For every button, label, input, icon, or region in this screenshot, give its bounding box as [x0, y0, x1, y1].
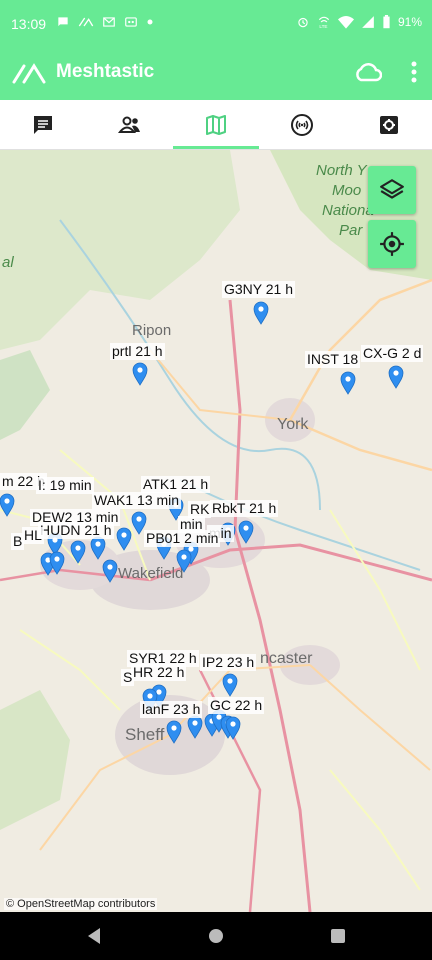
node-label-hl[interactable]: HL: [22, 527, 44, 544]
chat-bubble-icon: [58, 17, 68, 27]
cloud-icon[interactable]: [354, 60, 382, 84]
node-pin-icon[interactable]: [49, 551, 65, 575]
place-dale: al: [2, 254, 14, 271]
layers-icon: [380, 179, 404, 199]
status-bar: 13:09 LTE 91%: [0, 0, 432, 48]
node-label-pb01[interactable]: PB01 2 min: [144, 530, 221, 547]
node-label-ip2[interactable]: IP2 23 h: [200, 654, 257, 671]
more-options-icon[interactable]: [410, 60, 418, 84]
place-national: Nationa: [322, 202, 374, 219]
tab-channel[interactable]: [259, 100, 345, 149]
node-label-gc[interactable]: GC 22 h: [208, 697, 265, 714]
app-title: Meshtastic: [56, 61, 155, 82]
wifi-icon: [337, 16, 354, 29]
place-wakefield: Wakefield: [118, 565, 184, 582]
node-pin-icon[interactable]: [116, 527, 132, 551]
node-label-inst[interactable]: INST 18: [305, 351, 361, 368]
system-nav-bar: [0, 912, 432, 960]
status-time: 13:09: [11, 16, 47, 32]
my-location-button[interactable]: [368, 220, 416, 268]
tab-nodes[interactable]: [86, 100, 172, 149]
node-pin-icon[interactable]: [70, 540, 86, 564]
place-doncaster: ncaster: [260, 650, 313, 667]
place-ripon: Ripon: [132, 322, 172, 339]
node-pin-icon[interactable]: [176, 549, 192, 573]
node-label-lanf[interactable]: lanF 23 h: [140, 701, 203, 718]
app-bar: Meshtastic: [0, 48, 432, 100]
home-icon[interactable]: [204, 924, 228, 948]
dot-icon: [147, 19, 153, 25]
node-label-wak1[interactable]: WAK1 13 min: [92, 492, 182, 509]
place-north-york: North Y: [316, 162, 367, 179]
place-sheffield: Sheff: [125, 725, 165, 744]
place-park: Par: [339, 222, 363, 239]
node-label-cxg[interactable]: CX-G 2 d: [361, 345, 424, 362]
node-label-min19[interactable]: I: 19 min: [36, 477, 94, 494]
map-view[interactable]: Ripon York Wakefield Sheff ncaster North…: [0, 150, 432, 912]
meshtastic-icon: [78, 17, 94, 27]
back-icon[interactable]: [82, 924, 106, 948]
tab-settings[interactable]: [346, 100, 432, 149]
system-icons: LTE 91%: [296, 15, 422, 29]
node-label-prtl[interactable]: prtl 21 h: [110, 343, 165, 360]
tab-map[interactable]: [172, 100, 260, 149]
recents-icon[interactable]: [326, 924, 350, 948]
node-pin-icon[interactable]: [340, 371, 356, 395]
node-label-s[interactable]: S: [121, 669, 135, 686]
node-label-atk1[interactable]: ATK1 21 h: [141, 476, 211, 493]
signal-icon: [362, 16, 374, 28]
battery-icon: [383, 15, 390, 29]
my-location-icon: [380, 232, 404, 256]
node-pin-icon[interactable]: [238, 520, 254, 544]
people-icon: [117, 116, 140, 133]
settings-icon: [379, 115, 398, 134]
node-pin-icon[interactable]: [90, 536, 106, 560]
alarm-icon: [298, 17, 308, 28]
place-york: York: [277, 416, 309, 433]
node-label-rbkt[interactable]: RbkT 21 h: [210, 500, 279, 517]
node-label-g3ny[interactable]: G3NY 21 h: [222, 281, 296, 298]
node-label-hr[interactable]: HR 22 h: [131, 664, 187, 681]
node-label-bh[interactable]: B: [11, 533, 25, 550]
radio-icon: [291, 113, 314, 136]
node-pin-icon[interactable]: [222, 673, 238, 697]
notification-icons: [56, 15, 154, 29]
node-pin-icon[interactable]: [225, 716, 241, 740]
node-pin-icon[interactable]: [102, 559, 118, 583]
layers-button[interactable]: [368, 166, 416, 214]
node-pin-icon[interactable]: [132, 362, 148, 386]
tab-messages[interactable]: [0, 100, 86, 149]
node-pin-icon[interactable]: [388, 365, 404, 389]
node-pin-icon[interactable]: [166, 720, 182, 744]
map-attribution[interactable]: © OpenStreetMap contributors: [4, 898, 158, 910]
wifi-calling-icon: LTE: [318, 16, 330, 29]
meshtastic-logo-icon: [12, 63, 46, 84]
node-label-hudn[interactable]: HUDN 21 h: [38, 522, 114, 539]
svg-text:LTE: LTE: [319, 24, 327, 29]
battery-percent: 91%: [397, 15, 422, 29]
map-icon: [206, 114, 227, 135]
voicemail-icon: [125, 17, 137, 27]
node-pin-icon[interactable]: [253, 301, 269, 325]
tab-bar: [0, 100, 432, 150]
node-pin-icon[interactable]: [187, 715, 203, 739]
chat-icon: [34, 115, 53, 134]
gmail-icon: [103, 17, 115, 27]
node-pin-icon[interactable]: [0, 493, 15, 517]
place-moors: Moo: [332, 182, 362, 199]
